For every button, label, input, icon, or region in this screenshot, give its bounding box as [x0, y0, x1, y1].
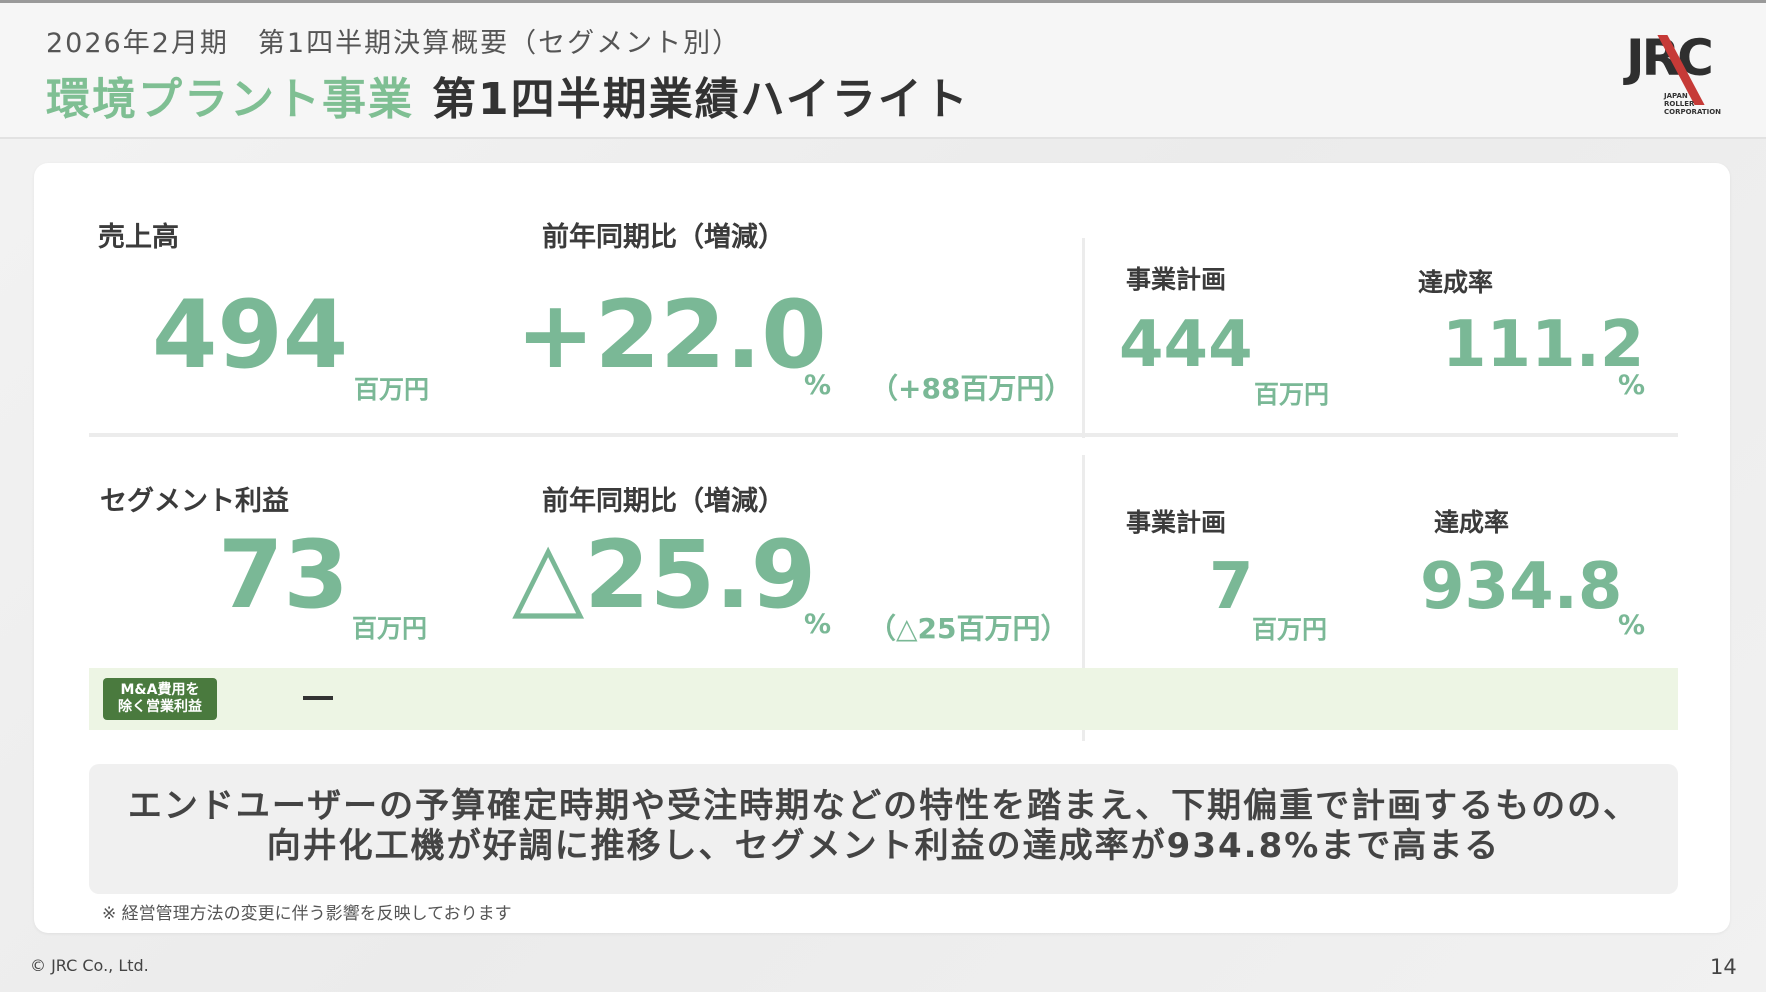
sales-yoy-value: +22.0	[516, 281, 827, 390]
vertical-divider-top	[1082, 238, 1085, 438]
profit-label: セグメント利益	[100, 486, 289, 517]
profit-yoy-diff: （△25百万円）	[868, 612, 1069, 645]
slide-header: 2026年2月期 第1四半期決算概要（セグメント別） 環境プラント事業 第1四半期…	[0, 3, 1766, 139]
sales-rate-label: 達成率	[1418, 268, 1494, 297]
summary-box: エンドユーザーの予算確定時期や受注時期などの特性を踏まえ、下期偏重で計画するもの…	[89, 764, 1678, 894]
sales-yoy-label: 前年同期比（増減）	[542, 222, 785, 253]
logo-subtext: JAPAN ROLLER CORPORATION	[1664, 92, 1721, 116]
sales-label: 売上高	[98, 222, 179, 253]
slide-title: 環境プラント事業 第1四半期業績ハイライト	[46, 63, 970, 127]
page-number: 14	[1710, 955, 1737, 979]
profit-rate-label: 達成率	[1434, 508, 1510, 537]
logo-line-1: JAPAN	[1664, 92, 1688, 100]
logo-line-2: ROLLER	[1664, 100, 1695, 108]
slide-title-main: 第1四半期業績ハイライト	[432, 74, 970, 125]
profit-yoy-value: △25.9	[512, 521, 817, 630]
slide-subtitle: 2026年2月期 第1四半期決算概要（セグメント別）	[46, 28, 742, 59]
sales-plan-unit: 百万円	[1254, 380, 1330, 409]
sales-rate-percent: %	[1618, 370, 1646, 401]
sales-plan-label: 事業計画	[1126, 265, 1227, 294]
ma-adjusted-value-dash	[303, 696, 333, 700]
profit-unit: 百万円	[352, 614, 428, 643]
summary-line-1: エンドユーザーの予算確定時期や受注時期などの特性を踏まえ、下期偏重で計画するもの…	[127, 786, 1640, 826]
horizontal-divider	[89, 433, 1678, 437]
highlight-card: 売上高 494 百万円 前年同期比（増減） +22.0 % （+88百万円） 事…	[34, 163, 1730, 933]
badge-line-2: 除く営業利益	[118, 699, 202, 715]
logo-line-3: CORPORATION	[1664, 108, 1722, 116]
profit-rate-value: 934.8	[1420, 550, 1623, 624]
profit-plan-label: 事業計画	[1126, 508, 1227, 537]
profit-yoy-label: 前年同期比（増減）	[542, 486, 785, 517]
profit-plan-value: 7	[1209, 550, 1254, 624]
sales-plan-value: 444	[1119, 308, 1253, 382]
sales-yoy-diff: （+88百万円）	[870, 372, 1073, 405]
footnote: ※ 経営管理方法の変更に伴う影響を反映しております	[102, 904, 512, 924]
profit-yoy-percent: %	[804, 609, 832, 640]
sales-rate-value: 111.2	[1442, 308, 1645, 382]
sales-value: 494	[152, 281, 349, 390]
profit-plan-unit: 百万円	[1252, 615, 1328, 644]
copyright: © JRC Co., Ltd.	[30, 956, 149, 975]
jrc-logo: JRC JAPAN ROLLER CORPORATION	[1622, 29, 1734, 119]
summary-line-2: 向井化工機が好調に推移し、セグメント利益の達成率が934.8%まで高まる	[266, 826, 1501, 866]
slide-title-segment: 環境プラント事業	[46, 74, 414, 125]
profit-rate-percent: %	[1618, 610, 1646, 641]
ma-adjusted-badge: M&A費用を 除く営業利益	[103, 678, 217, 720]
profit-value: 73	[218, 521, 349, 630]
badge-line-1: M&A費用を	[120, 682, 200, 698]
sales-unit: 百万円	[354, 375, 430, 404]
sales-yoy-percent: %	[804, 370, 832, 401]
